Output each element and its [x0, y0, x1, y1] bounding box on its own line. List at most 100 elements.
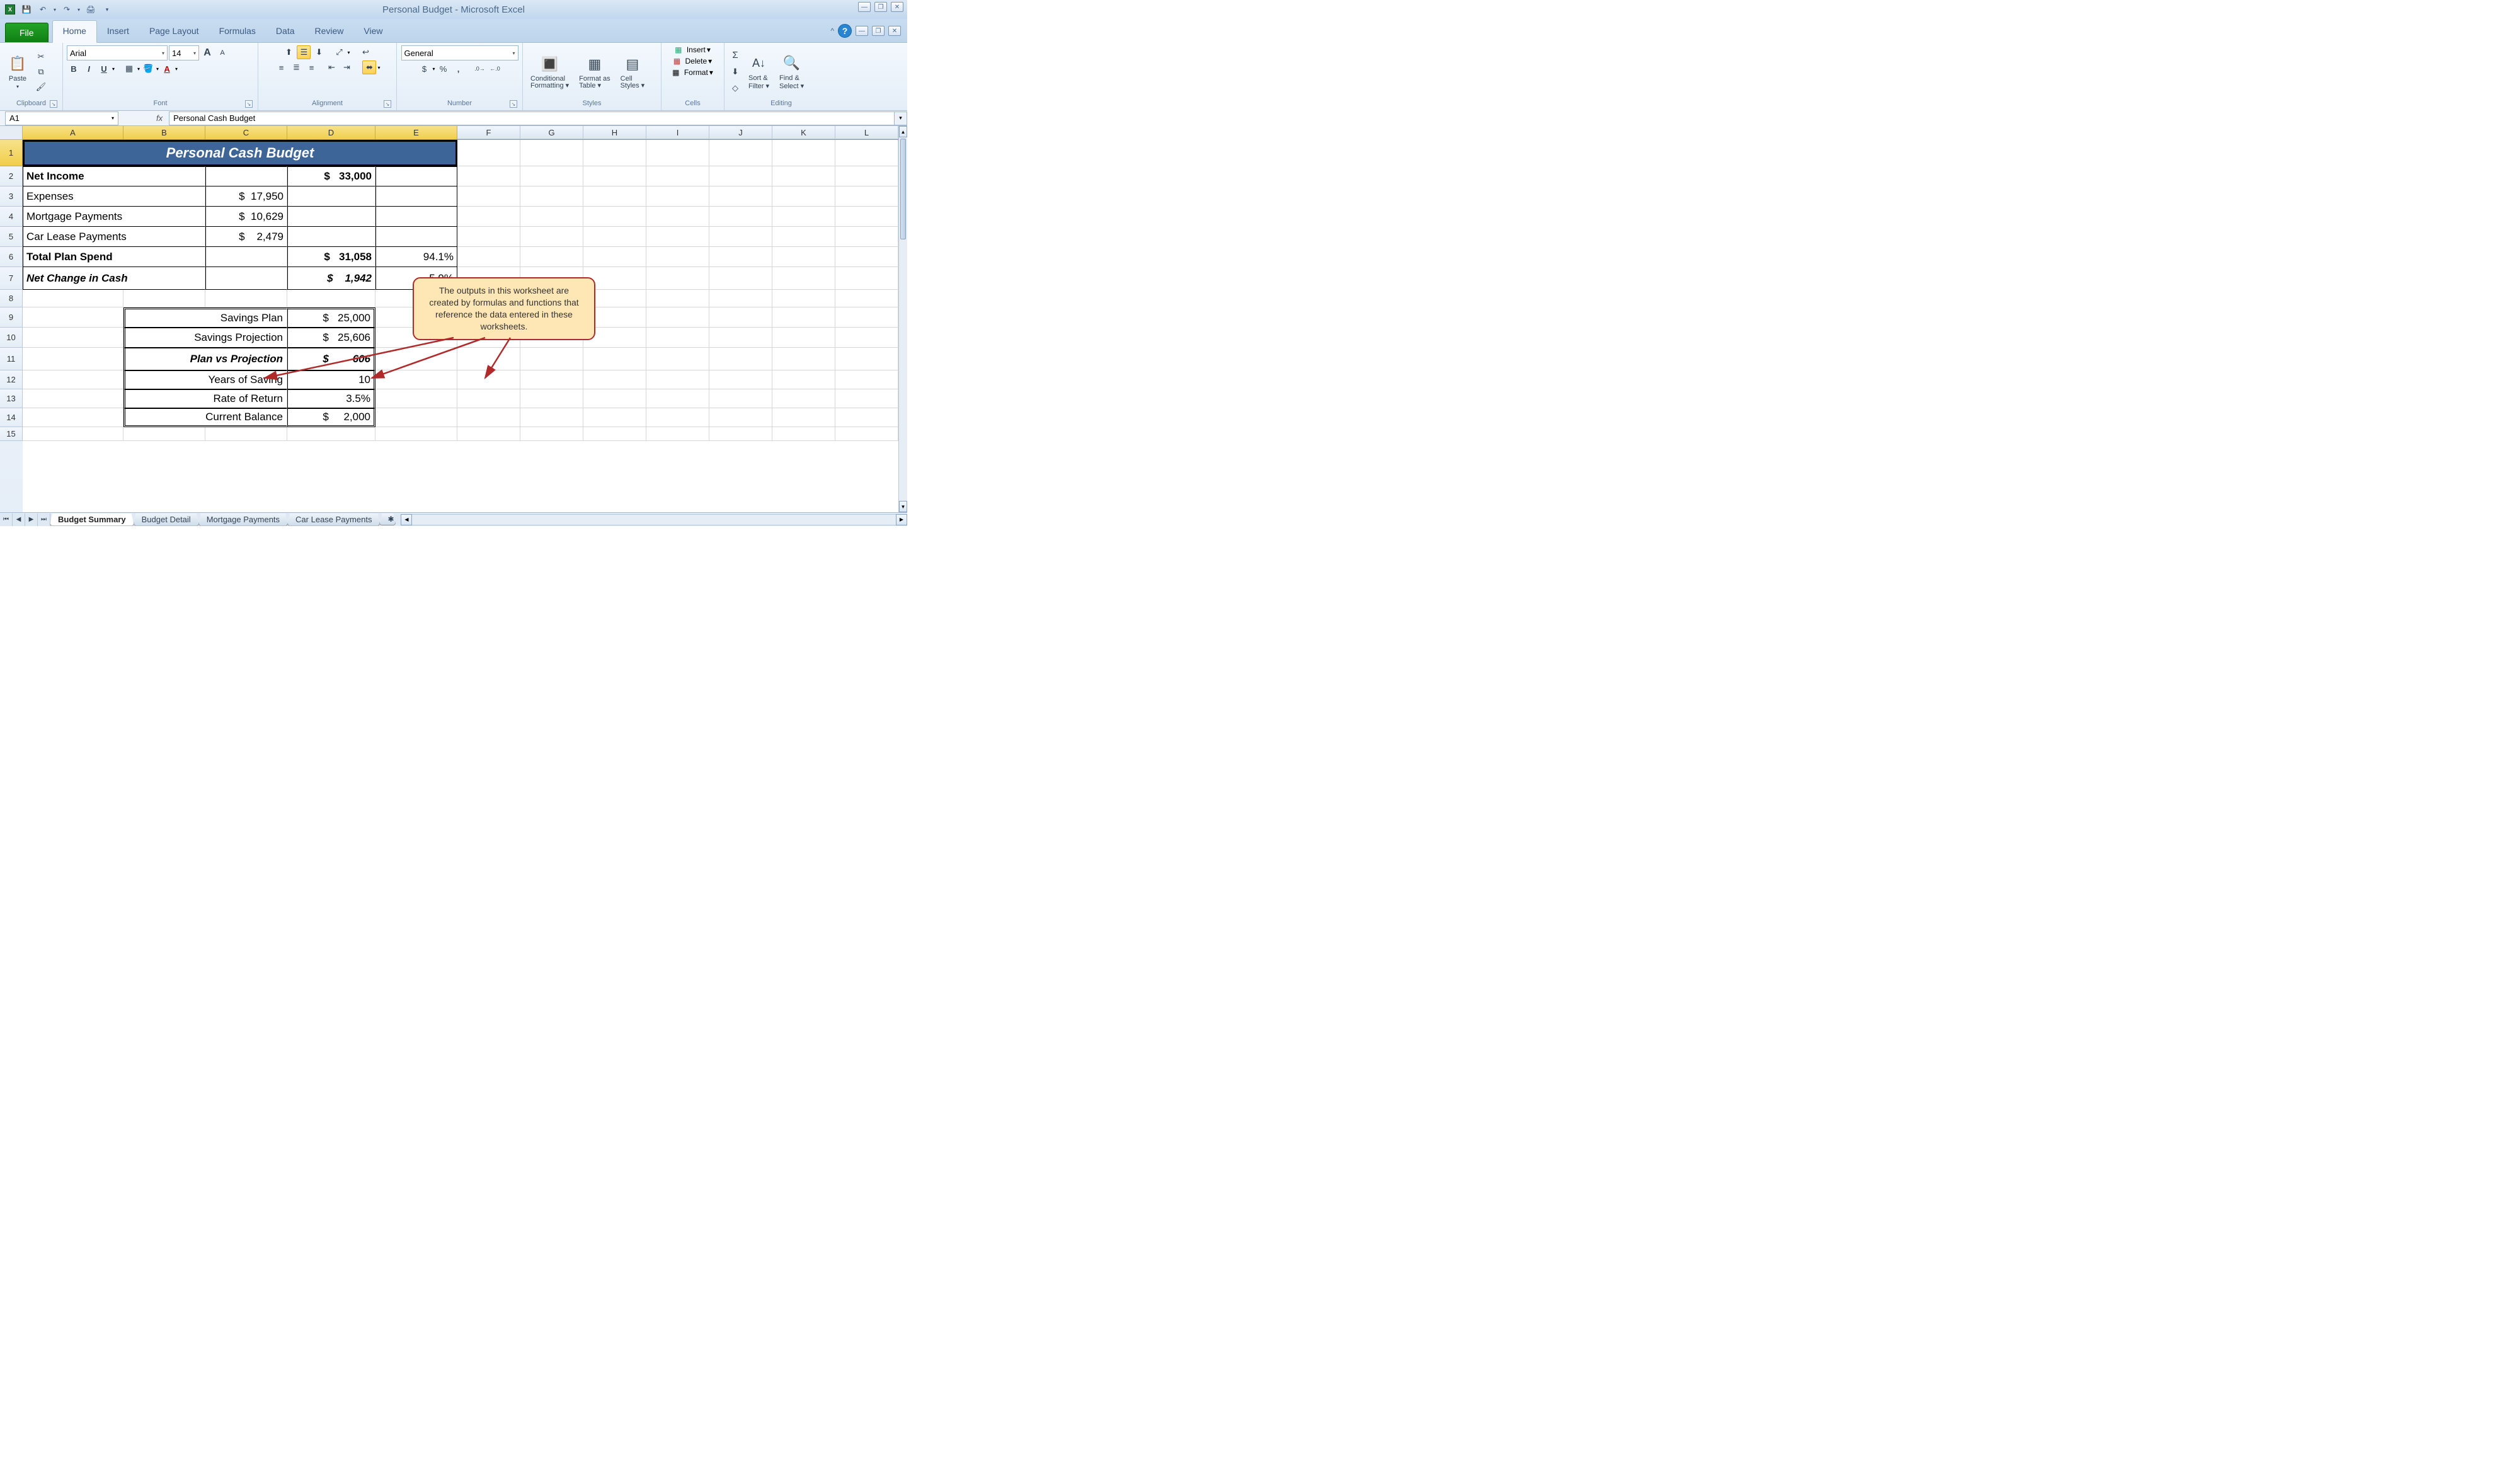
align-right-button[interactable]: ≡ — [304, 60, 318, 74]
cell-B10[interactable]: Savings Projection — [123, 328, 287, 348]
number-dialog-launcher[interactable]: ↘ — [510, 100, 517, 108]
cell-K13[interactable] — [772, 389, 835, 408]
cell-L5[interactable] — [835, 227, 898, 247]
cell-J12[interactable] — [709, 370, 772, 389]
cell-E6[interactable]: 94.1% — [375, 247, 457, 267]
qat-print-button[interactable]: 🖨 — [83, 2, 98, 17]
column-header-E[interactable]: E — [375, 126, 457, 139]
cell-C15[interactable] — [205, 427, 287, 441]
cell-I11[interactable] — [646, 348, 709, 370]
row-header-14[interactable]: 14 — [0, 408, 23, 427]
column-header-C[interactable]: C — [205, 126, 287, 139]
cell-A4[interactable]: Mortgage Payments — [23, 207, 205, 227]
delete-cells-button[interactable]: ▦ Delete ▾ — [673, 57, 712, 66]
cell-K8[interactable] — [772, 290, 835, 307]
cell-K6[interactable] — [772, 247, 835, 267]
cell-L7[interactable] — [835, 267, 898, 290]
align-top-button[interactable]: ⬆ — [282, 45, 295, 59]
scroll-up-button[interactable]: ▲ — [899, 126, 907, 137]
number-format-combo[interactable]: General▾ — [401, 45, 518, 60]
cell-D12[interactable]: 10 — [287, 370, 375, 389]
cell-L6[interactable] — [835, 247, 898, 267]
cell-C5[interactable]: $ 2,479 — [205, 227, 287, 247]
cell-B9[interactable]: Savings Plan — [123, 307, 287, 328]
tab-nav-prev[interactable]: ◀ — [13, 513, 25, 526]
cell-K1[interactable] — [772, 140, 835, 166]
window-restore-button[interactable]: ❐ — [874, 2, 887, 12]
grow-font-button[interactable]: A — [200, 46, 214, 60]
row-header-6[interactable]: 6 — [0, 247, 23, 267]
cell-K2[interactable] — [772, 166, 835, 186]
cell-A14[interactable] — [23, 408, 123, 427]
select-all-corner[interactable] — [0, 126, 23, 140]
cell-B13[interactable]: Rate of Return — [123, 389, 287, 408]
cell-A13[interactable] — [23, 389, 123, 408]
merge-center-button[interactable]: ⬌ — [362, 60, 376, 74]
borders-button[interactable]: ▦ — [122, 62, 136, 76]
autosum-button[interactable]: Σ — [728, 49, 742, 62]
formula-expand-button[interactable]: ▾ — [895, 112, 907, 125]
cell-I12[interactable] — [646, 370, 709, 389]
tab-review[interactable]: Review — [305, 21, 354, 42]
name-box[interactable]: A1▾ — [5, 112, 118, 125]
cell-F4[interactable] — [457, 207, 520, 227]
conditional-formatting-button[interactable]: 🔳ConditionalFormatting ▾ — [527, 53, 573, 91]
cell-C2[interactable] — [205, 166, 287, 186]
cell-B14[interactable]: Current Balance — [123, 408, 287, 427]
row-header-11[interactable]: 11 — [0, 348, 23, 370]
cell-I13[interactable] — [646, 389, 709, 408]
row-header-7[interactable]: 7 — [0, 267, 23, 290]
cell-F6[interactable] — [457, 247, 520, 267]
qat-redo-button[interactable]: ↷ — [59, 2, 74, 17]
cell-L1[interactable] — [835, 140, 898, 166]
cell-E2[interactable] — [375, 166, 457, 186]
row-header-4[interactable]: 4 — [0, 207, 23, 227]
cell-I4[interactable] — [646, 207, 709, 227]
cell-J8[interactable] — [709, 290, 772, 307]
cell-B11[interactable]: Plan vs Projection — [123, 348, 287, 370]
qat-customize-icon[interactable]: ▾ — [100, 2, 115, 17]
cell-L8[interactable] — [835, 290, 898, 307]
cell-I2[interactable] — [646, 166, 709, 186]
comma-button[interactable]: , — [452, 62, 466, 76]
tab-nav-last[interactable]: ⏭ — [38, 513, 50, 526]
cell-J2[interactable] — [709, 166, 772, 186]
cell-L11[interactable] — [835, 348, 898, 370]
cell-K4[interactable] — [772, 207, 835, 227]
qat-save-button[interactable]: 💾 — [19, 2, 34, 17]
cell-H4[interactable] — [583, 207, 646, 227]
percent-button[interactable]: % — [437, 62, 450, 76]
underline-button[interactable]: U — [97, 62, 111, 76]
cell-L15[interactable] — [835, 427, 898, 441]
cell-D4[interactable] — [287, 207, 375, 227]
cell-D3[interactable] — [287, 186, 375, 207]
find-select-button[interactable]: 🔍Find &Select ▾ — [776, 52, 808, 91]
cell-I5[interactable] — [646, 227, 709, 247]
tab-nav-first[interactable]: ⏮ — [0, 513, 13, 526]
new-sheet-button[interactable]: ✱ — [379, 513, 396, 525]
cell-D14[interactable]: $ 2,000 — [287, 408, 375, 427]
cell-L3[interactable] — [835, 186, 898, 207]
tab-nav-next[interactable]: ▶ — [25, 513, 38, 526]
cell-B12[interactable]: Years of Saving — [123, 370, 287, 389]
cell-I15[interactable] — [646, 427, 709, 441]
row-header-8[interactable]: 8 — [0, 290, 23, 307]
tab-page-layout[interactable]: Page Layout — [139, 21, 209, 42]
sheet-tab-budget-detail[interactable]: Budget Detail — [134, 513, 199, 526]
format-as-table-button[interactable]: ▦Format asTable ▾ — [575, 53, 614, 91]
align-middle-button[interactable]: ☰ — [297, 45, 311, 59]
cell-H3[interactable] — [583, 186, 646, 207]
cell-H6[interactable] — [583, 247, 646, 267]
row-header-5[interactable]: 5 — [0, 227, 23, 247]
help-icon[interactable]: ? — [838, 24, 852, 38]
orientation-button[interactable]: ⤢ — [332, 45, 346, 59]
cell-L10[interactable] — [835, 328, 898, 348]
align-center-button[interactable]: ≣ — [289, 60, 303, 74]
italic-button[interactable]: I — [82, 62, 96, 76]
scroll-down-button[interactable]: ▼ — [899, 501, 907, 512]
window-minimize-button[interactable]: — — [858, 2, 871, 12]
cell-A1[interactable]: Personal Cash Budget — [23, 140, 457, 166]
cell-J13[interactable] — [709, 389, 772, 408]
row-header-15[interactable]: 15 — [0, 427, 23, 441]
cell-J14[interactable] — [709, 408, 772, 427]
